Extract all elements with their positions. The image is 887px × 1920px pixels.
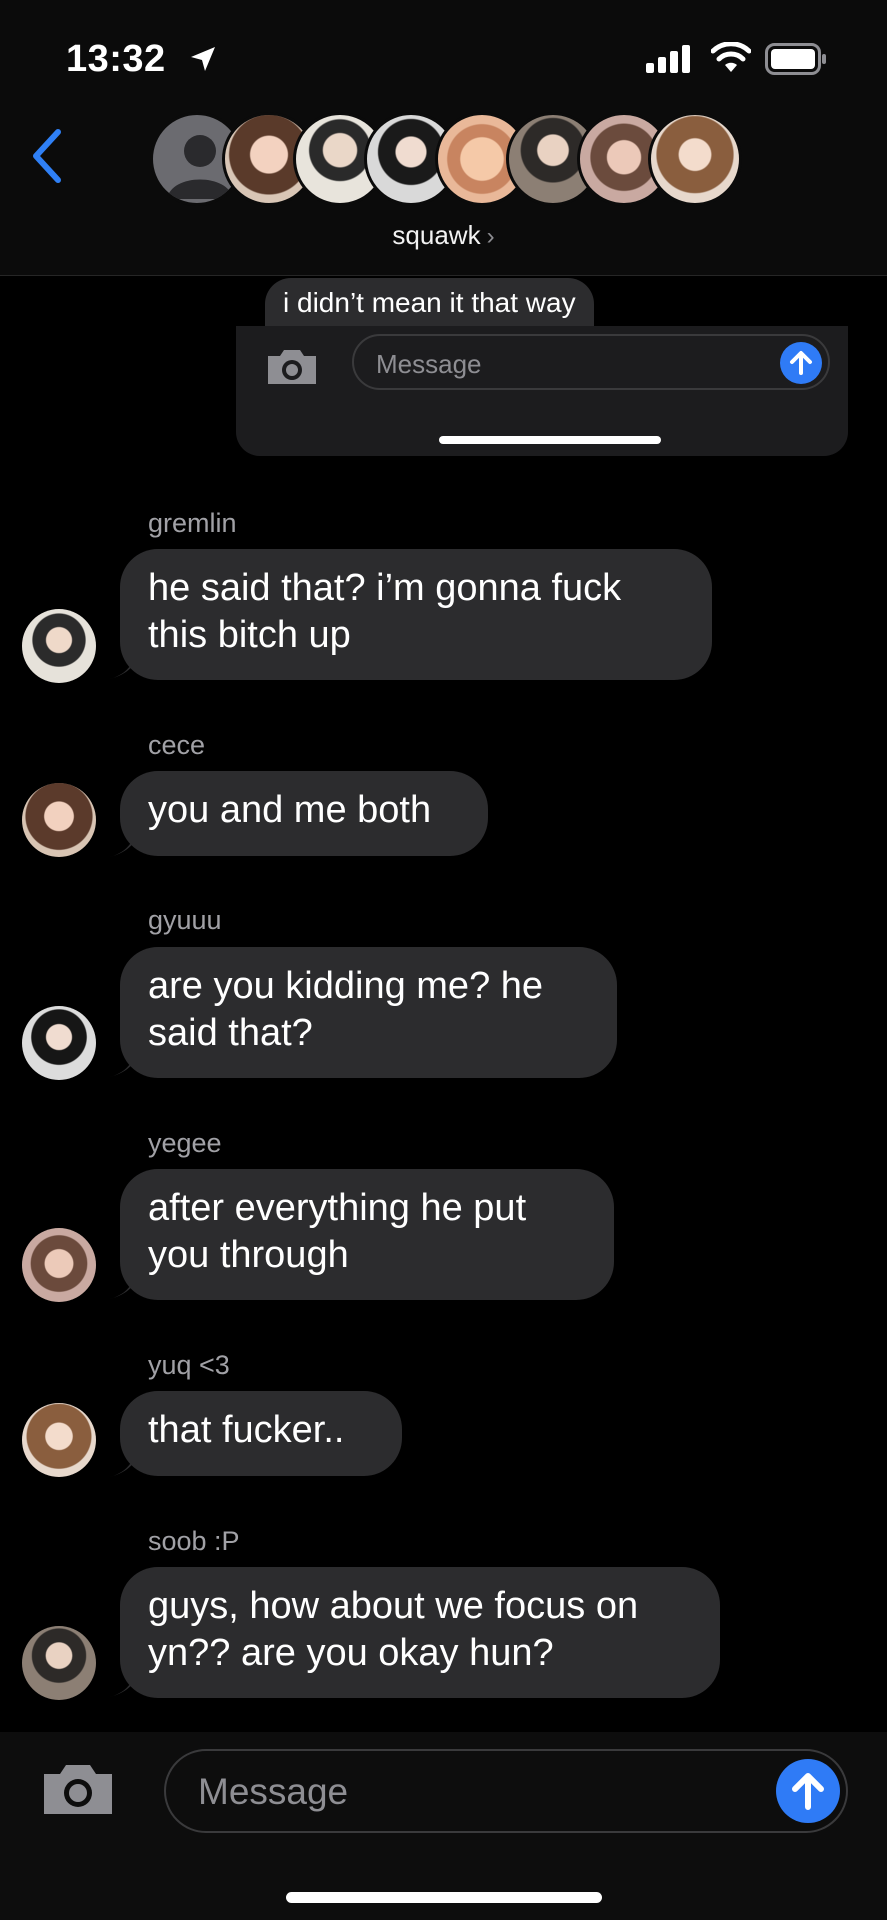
message-bubble[interactable]: are you kidding me? he said that?: [120, 947, 617, 1078]
sender-name: cece: [148, 730, 206, 760]
preview-compose-card: Message: [236, 326, 848, 456]
message-bubble[interactable]: after everything he put you through: [120, 1169, 614, 1300]
group-name[interactable]: squawk ›: [0, 220, 887, 251]
arrow-up-icon: [792, 1773, 824, 1810]
preview-home-indicator: [439, 436, 661, 444]
arrow-up-icon: [790, 351, 812, 375]
message-input[interactable]: Message: [164, 1749, 848, 1833]
sender-avatar: [22, 1403, 96, 1477]
conversation-header: squawk ›: [0, 110, 887, 276]
message-line: guys, how about we focus on: [148, 1585, 639, 1627]
message-bubble[interactable]: you and me both: [120, 771, 488, 856]
message-line: you through: [148, 1234, 349, 1276]
back-chevron-icon[interactable]: [28, 126, 64, 186]
status-bar: 13:32: [0, 0, 887, 110]
camera-icon: [268, 350, 316, 384]
message-bubble[interactable]: guys, how about we focus on yn?? are you…: [120, 1567, 720, 1698]
sender-name: gyuuu: [148, 905, 222, 935]
home-indicator[interactable]: [286, 1892, 602, 1903]
preview-placeholder: Message: [376, 349, 482, 379]
sender-avatar: [22, 1626, 96, 1700]
wifi-icon: [711, 42, 751, 72]
preview-message-input: Message: [352, 334, 830, 390]
message-line: that fucker..: [148, 1409, 345, 1451]
sender-name: gremlin: [148, 508, 237, 538]
compose-bar: Message: [0, 1732, 887, 1920]
message-line: you and me both: [148, 789, 432, 831]
message-line: are you kidding me? he: [148, 965, 544, 1007]
group-avatars[interactable]: [150, 112, 742, 208]
send-button[interactable]: [776, 1759, 840, 1823]
preview-send-button: [780, 342, 822, 384]
sender-avatar: [22, 1228, 96, 1302]
sender-name: yegee: [148, 1128, 222, 1158]
message-line: said that?: [148, 1012, 313, 1054]
message-placeholder: Message: [198, 1771, 349, 1812]
sender-name: soob :P: [148, 1526, 240, 1556]
member-avatar: [648, 112, 742, 206]
message-line: after everything he put: [148, 1187, 527, 1229]
location-arrow-icon: [191, 47, 215, 71]
status-time: 13:32: [66, 38, 166, 80]
message-line: he said that? i’m gonna fuck: [148, 567, 622, 609]
group-name-label: squawk: [392, 220, 481, 250]
sender-avatar: [22, 1006, 96, 1080]
camera-icon[interactable]: [40, 1760, 116, 1818]
message-bubble[interactable]: that fucker..: [120, 1391, 402, 1476]
cellular-signal-icon: [646, 45, 690, 73]
sender-avatar: [22, 609, 96, 683]
sender-avatar: [22, 783, 96, 857]
sender-name: yuq <3: [148, 1350, 230, 1380]
battery-icon: [765, 43, 826, 75]
message-line: yn?? are you okay hun?: [148, 1632, 554, 1674]
preview-message-bubble: i didn’t mean it that way: [265, 278, 594, 328]
message-bubble[interactable]: he said that? i’m gonna fuck this bitch …: [120, 549, 712, 680]
message-line: this bitch up: [148, 614, 351, 656]
chevron-right-icon: ›: [486, 223, 495, 250]
